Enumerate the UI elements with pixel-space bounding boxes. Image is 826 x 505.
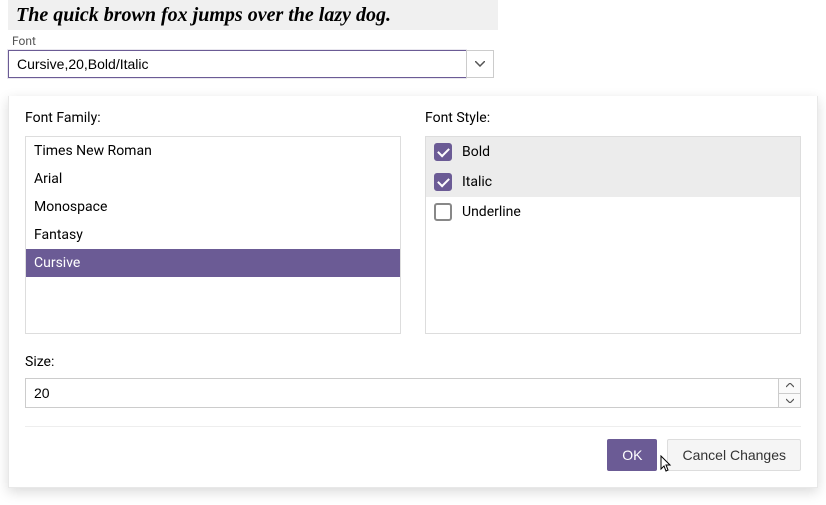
list-item[interactable]: Underline (426, 197, 800, 227)
size-increment-button[interactable] (779, 379, 800, 394)
list-item[interactable]: Cursive (26, 249, 400, 277)
list-item[interactable]: Italic (426, 167, 800, 197)
list-item[interactable]: Fantasy (26, 221, 400, 249)
checkbox[interactable] (434, 173, 452, 191)
font-combobox-input[interactable] (8, 50, 466, 78)
font-style-checklist[interactable]: Bold Italic Underline (425, 136, 801, 334)
font-family-label: Font Family: (25, 110, 401, 126)
cancel-button[interactable]: Cancel Changes (667, 439, 801, 471)
checkbox-label: Bold (462, 144, 490, 160)
list-item[interactable]: Monospace (26, 193, 400, 221)
checkbox[interactable] (434, 203, 452, 221)
checkbox-label: Italic (462, 174, 492, 190)
preview-text: The quick brown fox jumps over the lazy … (16, 4, 391, 27)
preview-box: The quick brown fox jumps over the lazy … (8, 0, 498, 30)
checkbox[interactable] (434, 143, 452, 161)
font-editor-panel: Font Family: Times New RomanArialMonospa… (8, 96, 818, 488)
list-item[interactable]: Bold (426, 137, 800, 167)
chevron-down-icon (475, 61, 485, 67)
size-label: Size: (25, 354, 801, 370)
font-family-listbox[interactable]: Times New RomanArialMonospaceFantasyCurs… (25, 136, 401, 334)
size-decrement-button[interactable] (779, 394, 800, 408)
size-input[interactable] (26, 379, 778, 407)
chevron-up-icon (786, 383, 794, 388)
chevron-down-icon (786, 398, 794, 403)
font-section-label: Font (12, 34, 826, 48)
ok-button[interactable]: OK (607, 439, 657, 471)
checkbox-label: Underline (462, 204, 521, 220)
list-item[interactable]: Times New Roman (26, 137, 400, 165)
font-combobox-trigger[interactable] (466, 50, 494, 78)
size-spinner[interactable] (25, 378, 801, 408)
font-style-label: Font Style: (425, 110, 801, 126)
list-item[interactable]: Arial (26, 165, 400, 193)
font-combobox[interactable] (8, 50, 494, 78)
